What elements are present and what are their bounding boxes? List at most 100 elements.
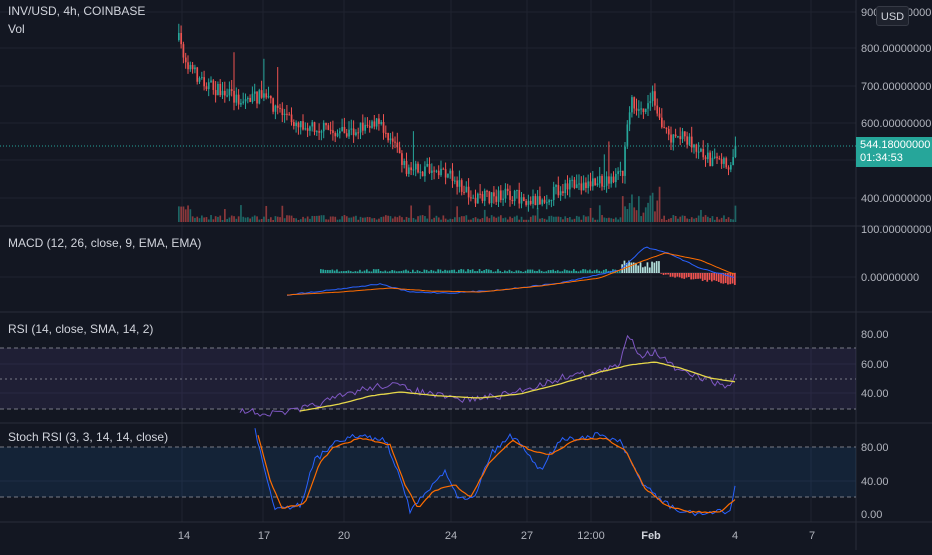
volume-bar <box>201 215 203 222</box>
macd-histogram-bar <box>476 271 479 273</box>
macd-legend[interactable]: MACD (12, 26, close, 9, EMA, EMA) <box>8 236 201 250</box>
candle-body <box>720 159 723 164</box>
candle-body <box>642 108 645 112</box>
macd-axis[interactable]: 100.00000000 0.00000000 <box>861 224 931 284</box>
candle-body <box>359 122 362 133</box>
macd-histogram-bar <box>653 262 656 273</box>
stoch-axis[interactable]: 80.00 40.00 0.00 <box>861 442 889 521</box>
macd-histogram-bar <box>460 269 462 273</box>
macd-histogram-bar <box>520 271 522 273</box>
candle-body <box>184 57 187 63</box>
volume-bar <box>520 216 523 222</box>
macd-histogram-bar <box>701 273 704 281</box>
stoch-legend[interactable]: Stoch RSI (3, 3, 14, 14, close) <box>8 430 168 444</box>
volume-bar <box>640 216 642 222</box>
volume-bar <box>387 215 389 222</box>
macd-histogram-bar <box>713 273 715 281</box>
macd-histogram-bar <box>384 270 387 273</box>
candle-body <box>327 125 330 130</box>
price-axis[interactable]: 900.00000000 800.00000000 700.00000000 6… <box>861 7 931 205</box>
volume-bar <box>697 215 700 222</box>
macd-histogram-bar <box>717 273 720 282</box>
macd-histogram-bar <box>639 262 642 273</box>
currency-button[interactable]: USD <box>876 6 909 26</box>
candle-body <box>357 132 360 134</box>
candle-body <box>309 126 311 131</box>
candle-body <box>366 124 369 126</box>
candle-body <box>518 190 521 204</box>
volume-bar <box>693 218 695 222</box>
time-tick: 14 <box>178 530 190 542</box>
candle-body <box>709 152 711 166</box>
volume-bar <box>341 216 343 222</box>
chart-window[interactable]: 900.00000000 800.00000000 700.00000000 6… <box>0 0 932 550</box>
chart-canvas[interactable]: 900.00000000 800.00000000 700.00000000 6… <box>0 0 932 550</box>
candle-body <box>286 113 288 115</box>
volume-bar <box>424 216 426 222</box>
macd-histogram-bar <box>667 273 669 275</box>
volume-bar <box>460 216 463 222</box>
rsi-axis[interactable]: 80.00 60.00 40.00 <box>861 329 889 400</box>
volume-bar <box>704 215 707 222</box>
volume-bar <box>302 216 304 222</box>
candle-body <box>339 131 341 134</box>
macd-histogram-bar <box>522 271 525 273</box>
bar-countdown: 01:34:53 <box>860 152 903 164</box>
macd-histogram-bar <box>389 271 391 273</box>
volume-bar <box>495 217 498 222</box>
volume-bar <box>681 215 684 222</box>
volume-bar <box>371 218 373 222</box>
candle-body <box>481 194 484 201</box>
macd-histogram-bar <box>598 270 600 273</box>
candlestick-series[interactable] <box>178 23 737 212</box>
volume-bar <box>663 215 665 222</box>
volume-bar <box>727 217 730 222</box>
volume-bar <box>217 216 219 222</box>
candle-body <box>196 67 199 82</box>
volume-bar <box>541 218 544 222</box>
volume-bar <box>543 218 546 222</box>
macd-histogram-bar <box>363 270 366 273</box>
candle-body <box>716 156 718 159</box>
volume-bar <box>210 215 212 222</box>
candle-body <box>707 152 709 160</box>
time-tick: 4 <box>732 530 738 542</box>
candle-body <box>635 108 638 111</box>
macd-histogram-bar <box>366 269 368 273</box>
macd-histogram-bar <box>704 273 706 280</box>
candle-body <box>688 136 691 145</box>
candle-body <box>217 83 219 96</box>
macd-histogram-bar <box>407 270 410 273</box>
volume-bar <box>237 216 240 222</box>
candle-body <box>290 114 293 123</box>
volume-bar <box>555 216 557 222</box>
rsi-tick: 40.00 <box>861 388 889 400</box>
candle-body <box>214 89 217 96</box>
volume-bar <box>557 216 560 222</box>
rsi-legend[interactable]: RSI (14, close, SMA, 14, 2) <box>8 322 153 336</box>
candle-body <box>385 132 387 134</box>
volume-bar <box>364 217 366 222</box>
volume-bar <box>562 219 564 222</box>
candle-body <box>207 82 210 90</box>
candle-body <box>198 77 201 82</box>
volume-bar <box>412 217 415 222</box>
time-axis[interactable]: 14 17 20 24 27 12:00 Feb 4 7 <box>178 530 815 542</box>
candle-body <box>283 113 286 116</box>
candle-body <box>410 167 412 171</box>
macd-histogram-bar <box>600 271 603 273</box>
volume-legend[interactable]: Vol <box>8 22 25 36</box>
candle-body <box>355 132 357 136</box>
candle-body <box>550 199 553 201</box>
macd-histogram-bar <box>510 271 513 273</box>
candle-body <box>603 185 606 187</box>
symbol-title[interactable]: INV/USD, 4h, COINBASE <box>8 4 145 18</box>
volume-bar <box>734 205 737 222</box>
volume-bar <box>587 216 590 222</box>
volume-bar <box>316 215 318 222</box>
macd-histogram-bar <box>648 267 651 273</box>
macd-histogram-bar <box>674 273 676 278</box>
volume-bar <box>707 216 709 222</box>
candle-body <box>516 190 518 192</box>
macd-histogram-bar <box>338 271 341 273</box>
